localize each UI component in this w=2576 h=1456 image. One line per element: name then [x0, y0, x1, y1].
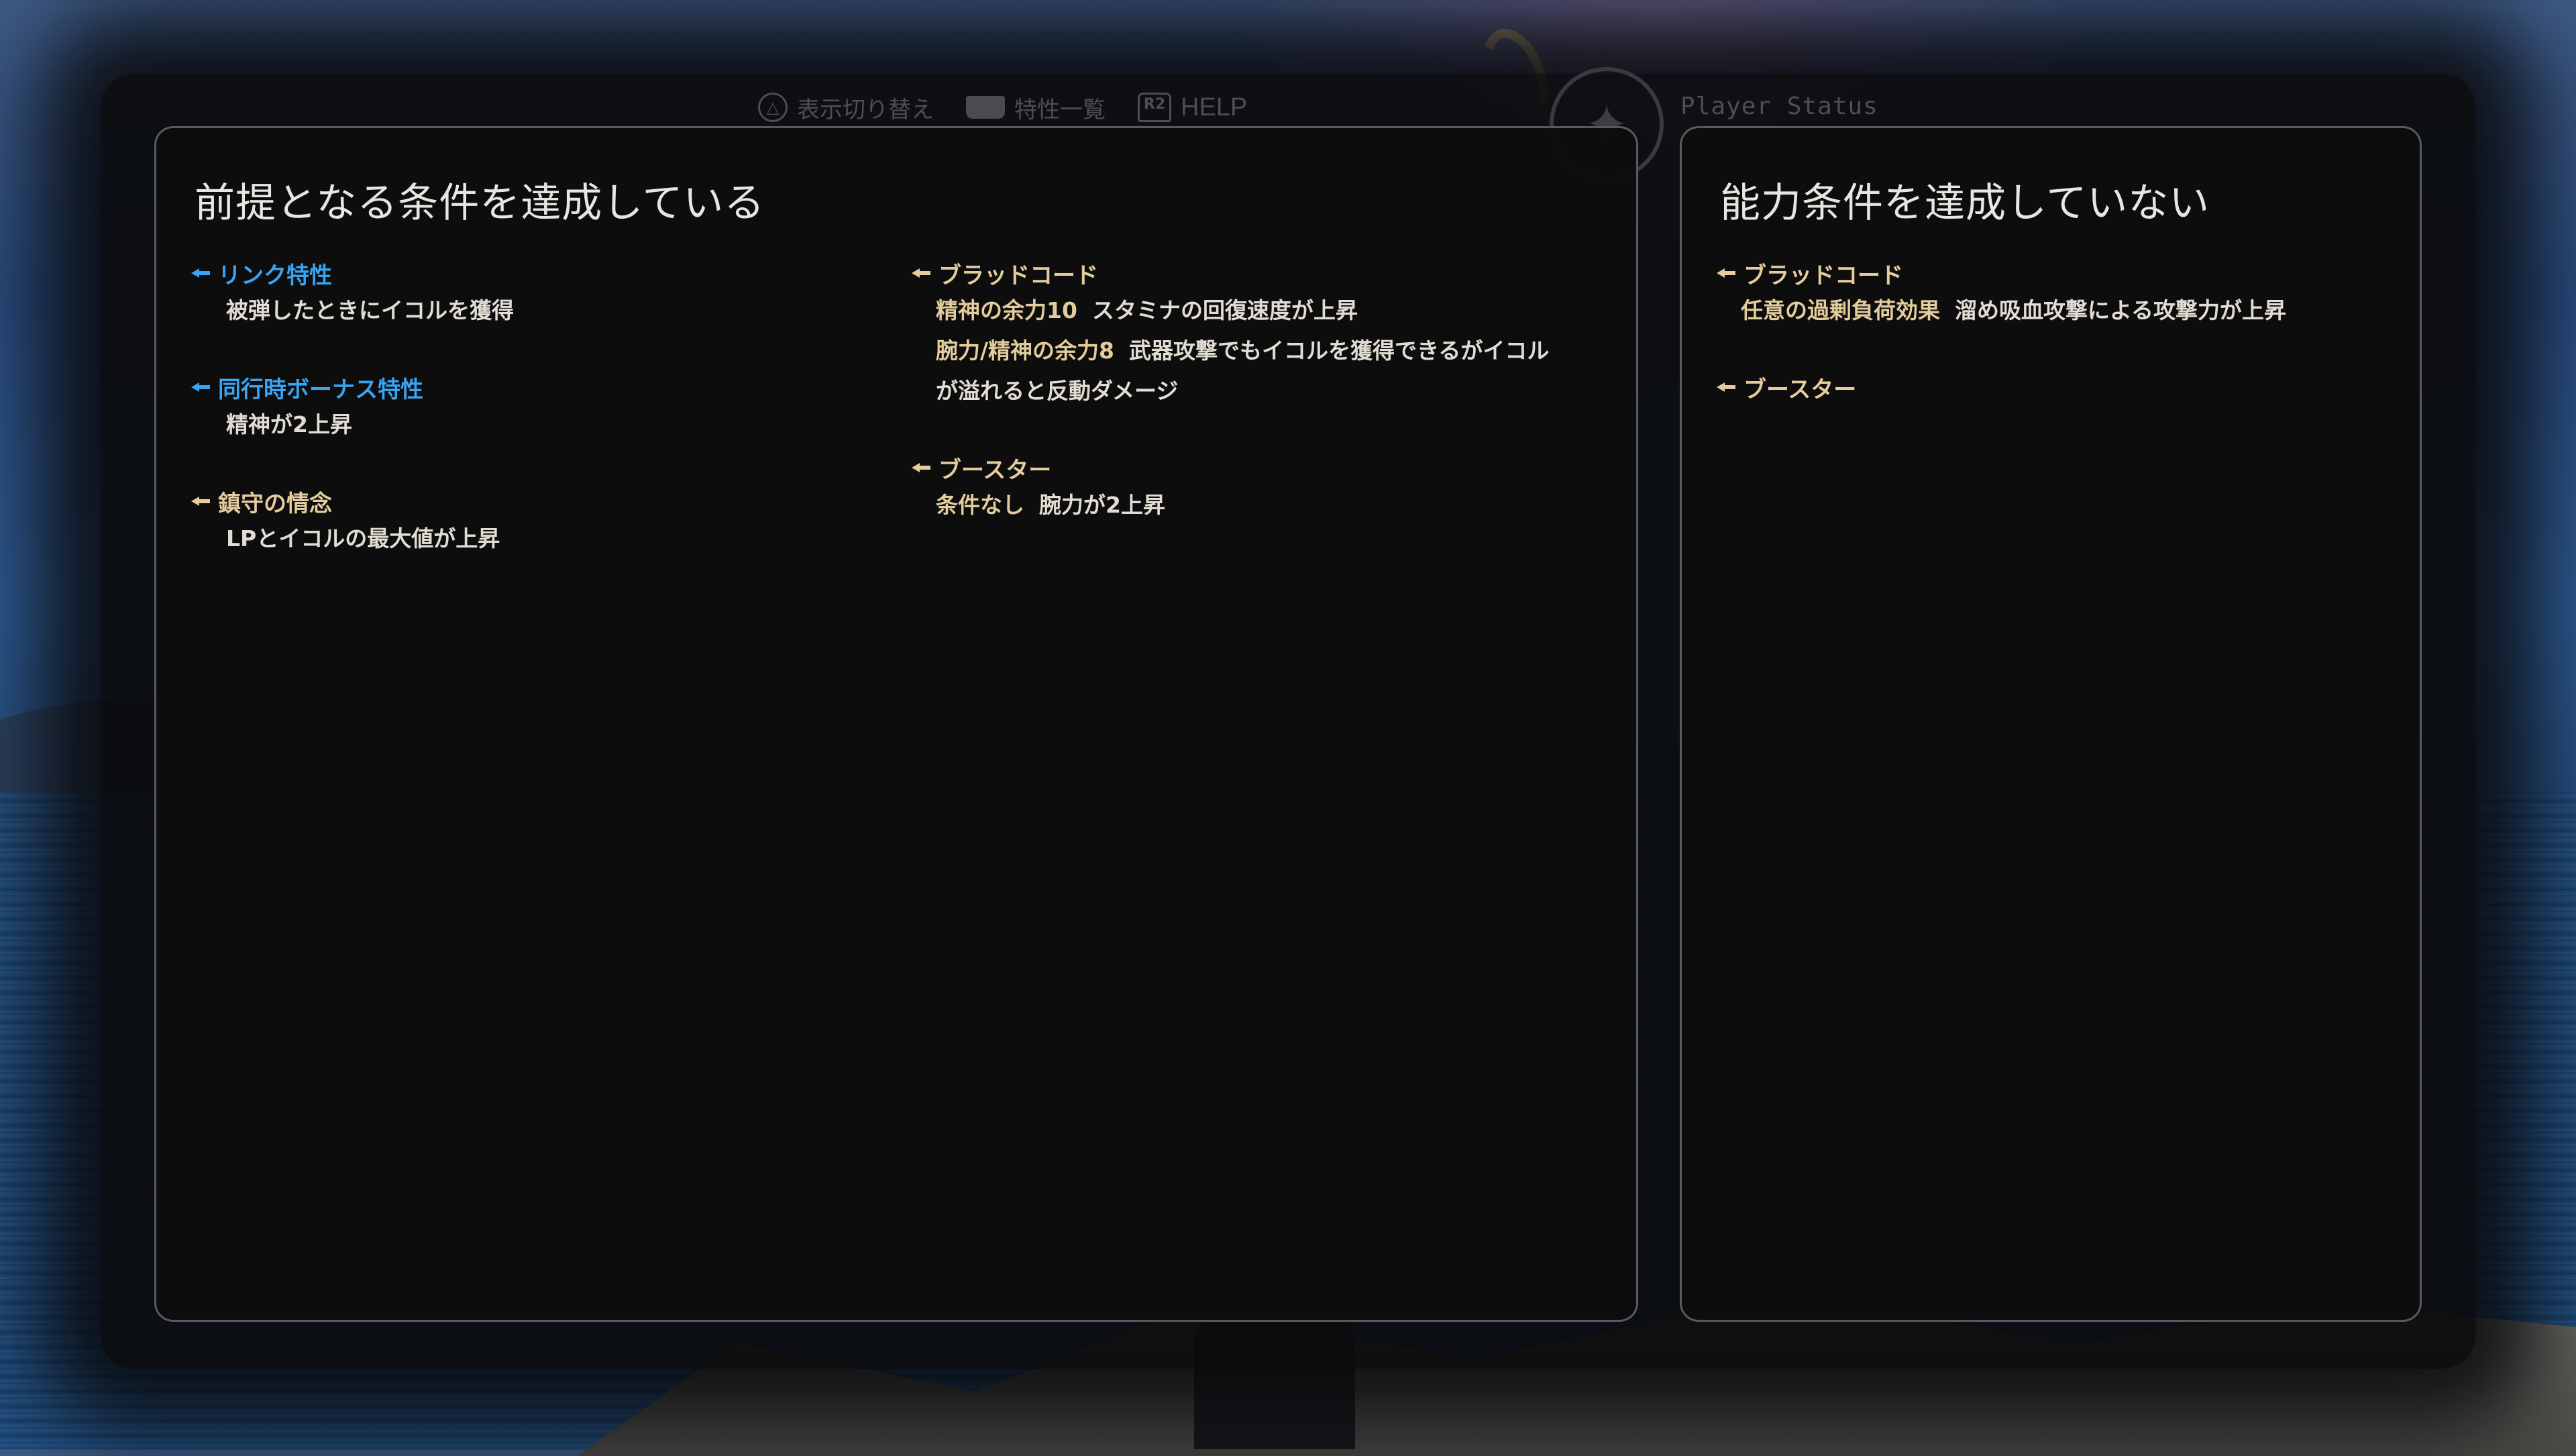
trait-name: 同行時ボーナス特性 [218, 376, 423, 403]
trait-entry[interactable]: リンク特性 被弾したときにイコルを獲得 [191, 256, 862, 331]
trait-condition: 腕力/精神の余力8 [936, 337, 1115, 364]
trait-heading: 鎮守の情念 [191, 484, 862, 519]
trait-name: ブースター [938, 456, 1052, 484]
player-status-title: Player Status [1680, 93, 1878, 120]
trait-description: 任意の過剰負荷効果 溜め吸血攻撃による攻撃力が上昇 [1717, 291, 2394, 331]
trait-description: 精神の余力10 スタミナの回復速度が上昇 腕力/精神の余力8 武器攻撃でもイコルを獲… [912, 291, 1596, 411]
conditions-met-panel: 前提となる条件を達成している リンク特性 被弾したときにイコルを獲得 同行時ボー… [154, 126, 1638, 1322]
unmet-column: ブラッドコード 任意の過剰負荷効果 溜め吸血攻撃による攻撃力が上昇 ブースター [1717, 256, 2394, 444]
trait-line: 腕力/精神の余力8 武器攻撃でもイコルを獲得できるがイコル [936, 331, 1596, 371]
arrow-icon [1717, 267, 1737, 279]
arrow-icon [191, 267, 211, 279]
trait-name: ブラッドコード [1743, 262, 1903, 289]
traits-list-hint[interactable]: 特性一覧 [966, 91, 1106, 124]
arrow-icon [191, 495, 211, 507]
trait-heading: 同行時ボーナス特性 [191, 370, 862, 405]
trait-name: リンク特性 [218, 262, 332, 289]
trait-description: LPとイコルの最大値が上昇 [191, 519, 862, 559]
trait-heading: ブラッドコード [1717, 256, 2394, 291]
trait-condition: 任意の過剰負荷効果 [1741, 297, 1940, 323]
toggle-view-hint[interactable]: △ 表示切り替え [758, 91, 934, 124]
trait-entry[interactable]: ブースター 条件なし 腕力が2上昇 [912, 450, 1596, 525]
left-column: リンク特性 被弾したときにイコルを獲得 同行時ボーナス特性 精神が2上昇 鎮守の… [191, 256, 862, 598]
r2-button-icon: R2 [1138, 93, 1171, 122]
traits-list-label: 特性一覧 [1014, 96, 1106, 123]
trait-entry[interactable]: ブラッドコード 精神の余力10 スタミナの回復速度が上昇 腕力/精神の余力8 武器攻… [912, 256, 1596, 411]
trait-description: 精神が2上昇 [191, 405, 862, 445]
top-hint-bar: △ 表示切り替え 特性一覧 R2 HELP [758, 87, 1247, 127]
trait-entry[interactable]: ブラッドコード 任意の過剰負荷効果 溜め吸血攻撃による攻撃力が上昇 [1717, 256, 2394, 331]
help-label: HELP [1181, 93, 1248, 121]
trait-effect: 精神が2上昇 [226, 411, 352, 437]
arrow-icon [912, 267, 932, 279]
toggle-view-label: 表示切り替え [797, 96, 934, 123]
trait-effect: スタミナの回復速度が上昇 [1091, 297, 1358, 323]
trait-entry[interactable]: 同行時ボーナス特性 精神が2上昇 [191, 370, 862, 445]
help-hint[interactable]: R2 HELP [1138, 93, 1247, 122]
trait-effect: が溢れると反動ダメージ [936, 378, 1179, 404]
right-column: ブラッドコード 精神の余力10 スタミナの回復速度が上昇 腕力/精神の余力8 武器攻… [912, 256, 1596, 564]
panel-title: 前提となる条件を達成している [195, 180, 765, 227]
trait-effect: 被弾したときにイコルを獲得 [226, 297, 514, 323]
trait-heading: ブースター [1717, 370, 2394, 405]
trait-effect: 武器攻撃でもイコルを獲得できるがイコル [1129, 337, 1550, 364]
panel-title: 能力条件を達成していない [1720, 180, 2210, 227]
trait-heading: ブラッドコード [912, 256, 1596, 291]
trait-heading: リンク特性 [191, 256, 862, 291]
trait-line: が溢れると反動ダメージ [936, 371, 1596, 411]
conditions-not-met-panel: 能力条件を達成していない ブラッドコード 任意の過剰負荷効果 溜め吸血攻撃による攻… [1680, 126, 2422, 1322]
trait-name: ブラッドコード [938, 262, 1098, 289]
trait-description: 被弾したときにイコルを獲得 [191, 291, 862, 331]
trait-effect: 溜め吸血攻撃による攻撃力が上昇 [1955, 297, 2287, 323]
arrow-icon [191, 381, 211, 393]
touchpad-icon [966, 96, 1005, 119]
trait-effect: LPとイコルの最大値が上昇 [226, 525, 500, 552]
trait-condition: 条件なし [936, 492, 1024, 518]
trait-line: 任意の過剰負荷効果 溜め吸血攻撃による攻撃力が上昇 [1741, 291, 2394, 331]
trait-effect: 腕力が2上昇 [1039, 492, 1165, 518]
trait-name: 鎮守の情念 [218, 490, 332, 517]
trait-line: 精神の余力10 スタミナの回復速度が上昇 [936, 291, 1596, 331]
trait-line: 条件なし 腕力が2上昇 [936, 485, 1596, 525]
triangle-button-icon: △ [758, 93, 788, 122]
arrow-icon [1717, 381, 1737, 393]
trait-entry[interactable]: 鎮守の情念 LPとイコルの最大値が上昇 [191, 484, 862, 559]
trait-entry[interactable]: ブースター [1717, 370, 2394, 405]
trait-heading: ブースター [912, 450, 1596, 485]
trait-description: 条件なし 腕力が2上昇 [912, 485, 1596, 525]
trait-condition: 精神の余力10 [936, 297, 1077, 323]
trait-name: ブースター [1743, 376, 1857, 403]
arrow-icon [912, 462, 932, 474]
